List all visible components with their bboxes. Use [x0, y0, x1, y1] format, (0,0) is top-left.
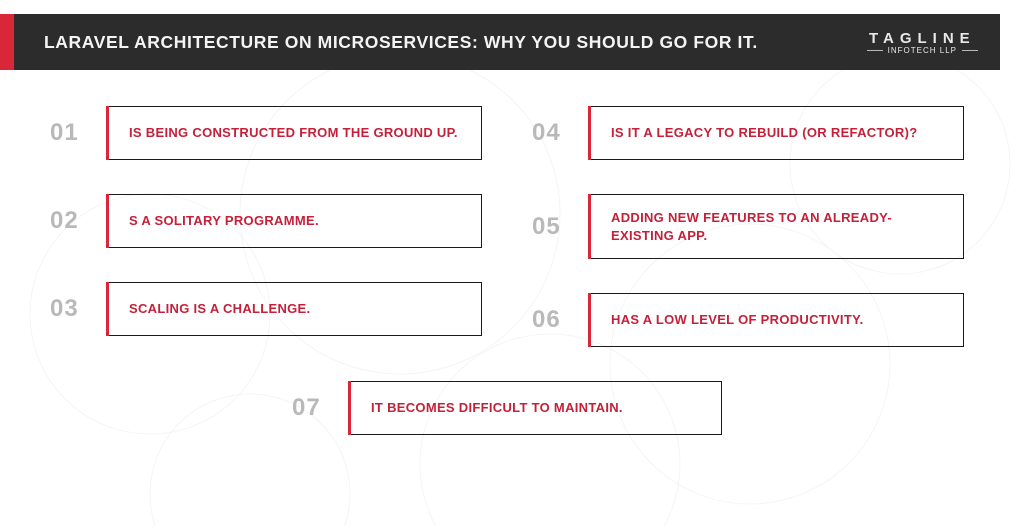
- right-column: 04 IS IT A LEGACY TO REBUILD (OR REFACTO…: [532, 106, 964, 347]
- item-text: IT BECOMES DIFFICULT TO MAINTAIN.: [371, 399, 623, 417]
- list-item: 03 SCALING IS A CHALLENGE.: [50, 282, 482, 336]
- item-box: HAS A LOW LEVEL OF PRODUCTIVITY.: [588, 293, 964, 347]
- left-column: 01 IS BEING CONSTRUCTED FROM THE GROUND …: [50, 106, 482, 347]
- header-bar: LARAVEL ARCHITECTURE ON MICROSERVICES: W…: [14, 14, 1000, 70]
- logo-name: TAGLINE: [869, 30, 976, 47]
- item-number: 05: [532, 213, 568, 241]
- item-number: 01: [50, 119, 86, 147]
- center-row: 07 IT BECOMES DIFFICULT TO MAINTAIN.: [50, 381, 964, 435]
- item-number: 06: [532, 306, 568, 334]
- item-box: S A SOLITARY PROGRAMME.: [106, 194, 482, 248]
- list-item: 07 IT BECOMES DIFFICULT TO MAINTAIN.: [292, 381, 722, 435]
- list-item: 04 IS IT A LEGACY TO REBUILD (OR REFACTO…: [532, 106, 964, 160]
- header: LARAVEL ARCHITECTURE ON MICROSERVICES: W…: [0, 14, 1000, 70]
- item-box: IT BECOMES DIFFICULT TO MAINTAIN.: [348, 381, 722, 435]
- list-item: 01 IS BEING CONSTRUCTED FROM THE GROUND …: [50, 106, 482, 160]
- item-number: 02: [50, 207, 86, 235]
- item-text: S A SOLITARY PROGRAMME.: [129, 212, 319, 230]
- item-box: IS BEING CONSTRUCTED FROM THE GROUND UP.: [106, 106, 482, 160]
- logo-sub: INFOTECH LLP: [867, 46, 978, 55]
- item-box: IS IT A LEGACY TO REBUILD (OR REFACTOR)?: [588, 106, 964, 160]
- item-text: IS BEING CONSTRUCTED FROM THE GROUND UP.: [129, 124, 458, 142]
- item-text: IS IT A LEGACY TO REBUILD (OR REFACTOR)?: [611, 124, 917, 142]
- item-box: ADDING NEW FEATURES TO AN ALREADY-EXISTI…: [588, 194, 964, 259]
- content: 01 IS BEING CONSTRUCTED FROM THE GROUND …: [0, 70, 1024, 435]
- logo: TAGLINE INFOTECH LLP: [867, 30, 978, 55]
- list-item: 05 ADDING NEW FEATURES TO AN ALREADY-EXI…: [532, 194, 964, 259]
- header-accent: [0, 14, 14, 70]
- item-box: SCALING IS A CHALLENGE.: [106, 282, 482, 336]
- list-item: 02 S A SOLITARY PROGRAMME.: [50, 194, 482, 248]
- item-text: SCALING IS A CHALLENGE.: [129, 300, 310, 318]
- item-number: 07: [292, 394, 328, 422]
- columns: 01 IS BEING CONSTRUCTED FROM THE GROUND …: [50, 106, 964, 347]
- item-text: HAS A LOW LEVEL OF PRODUCTIVITY.: [611, 311, 864, 329]
- page-title: LARAVEL ARCHITECTURE ON MICROSERVICES: W…: [44, 32, 758, 53]
- item-number: 03: [50, 295, 86, 323]
- item-number: 04: [532, 119, 568, 147]
- list-item: 06 HAS A LOW LEVEL OF PRODUCTIVITY.: [532, 293, 964, 347]
- item-text: ADDING NEW FEATURES TO AN ALREADY-EXISTI…: [611, 209, 941, 244]
